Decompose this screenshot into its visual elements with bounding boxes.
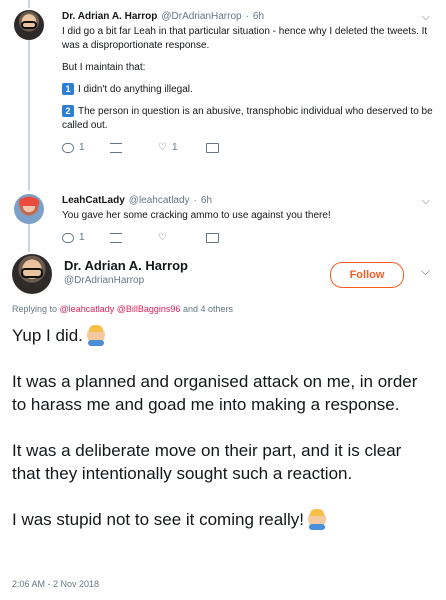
- tweet-text: I did go a bit far Leah in that particul…: [62, 26, 434, 131]
- tweet-time[interactable]: 6h: [253, 10, 264, 24]
- list-item: 2 The person in question is an abusive, t…: [62, 105, 433, 131]
- tweet-actions: 1 ♡ 1: [62, 141, 434, 155]
- avatar[interactable]: [14, 194, 44, 224]
- author-handle[interactable]: @DrAdrianHarrop: [64, 275, 188, 286]
- chevron-down-icon[interactable]: ⌵: [422, 10, 430, 24]
- thread-connector: [28, 0, 30, 8]
- number-badge: 1: [62, 83, 74, 96]
- reply-icon: [62, 233, 74, 243]
- heart-icon: ♡: [158, 142, 167, 153]
- author-name[interactable]: Dr. Adrian A. Harrop: [62, 10, 157, 24]
- thread-connector: [28, 224, 30, 252]
- chevron-down-icon[interactable]: ⌵: [422, 194, 430, 208]
- reply-button[interactable]: 1: [62, 141, 110, 155]
- author-name[interactable]: Dr. Adrian A. Harrop: [64, 258, 188, 273]
- dm-button[interactable]: [206, 143, 254, 153]
- thread-connector: [28, 38, 30, 190]
- author-handle[interactable]: @DrAdrianHarrop: [161, 10, 241, 24]
- avatar[interactable]: [14, 10, 44, 40]
- like-button[interactable]: ♡: [158, 231, 206, 245]
- tweet-text: You gave her some cracking ammo to use a…: [62, 210, 331, 221]
- tweet-time[interactable]: 6h: [201, 194, 212, 208]
- facepalm-emoji-icon: [307, 509, 326, 530]
- mention-link[interactable]: @BillBaggins96: [117, 304, 181, 314]
- author-name[interactable]: LeahCatLady: [62, 194, 125, 208]
- retweet-icon: [110, 143, 122, 153]
- like-button[interactable]: ♡ 1: [158, 141, 206, 155]
- mail-icon: [206, 233, 219, 243]
- avatar[interactable]: [12, 254, 52, 294]
- retweet-button[interactable]: [110, 143, 158, 153]
- number-badge: 2: [62, 105, 74, 118]
- mention-link[interactable]: @leahcatlady: [60, 304, 115, 314]
- list-item: 1I didn't do anything illegal.: [62, 83, 434, 97]
- chevron-down-icon[interactable]: ⌵: [421, 264, 430, 279]
- tweet-text: Yup I did. It was a planned and organise…: [12, 325, 418, 530]
- tweet-timestamp[interactable]: 2:06 AM - 2 Nov 2018: [12, 579, 99, 589]
- heart-icon: ♡: [158, 232, 167, 243]
- mail-icon: [206, 143, 219, 153]
- reply-button[interactable]: 1: [62, 231, 110, 245]
- author-handle[interactable]: @leahcatlady: [129, 194, 190, 208]
- dm-button[interactable]: [206, 233, 254, 243]
- tweet-actions: 1 ♡: [62, 231, 434, 245]
- reply-icon: [62, 143, 74, 153]
- retweet-icon: [110, 233, 122, 243]
- follow-button[interactable]: Follow: [330, 262, 404, 288]
- replying-to: Replying to @leahcatlady @BillBaggins96 …: [12, 304, 233, 314]
- facepalm-emoji-icon: [86, 325, 105, 346]
- retweet-button[interactable]: [110, 233, 158, 243]
